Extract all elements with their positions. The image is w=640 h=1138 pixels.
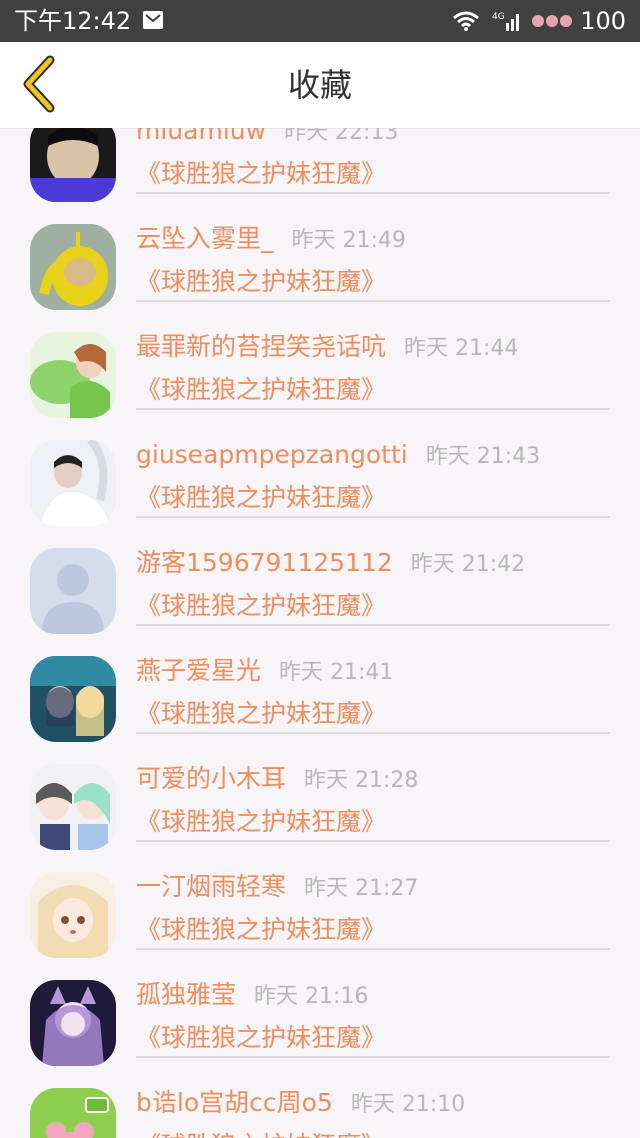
avatar[interactable] [30,548,116,634]
item-text: 最罪新的苔捏笑尧话吭 昨天 21:44 《球胜狼之护妹狂魔》 [136,326,610,410]
item-text: 孤独雅莹 昨天 21:16 《球胜狼之护妹狂魔》 [136,974,610,1058]
mail-icon [143,11,163,29]
avatar[interactable] [30,128,116,202]
signal-icon: 4G [492,12,520,31]
book-title[interactable]: 《球胜狼之护妹狂魔》 [136,370,386,410]
list-item[interactable]: giuseapmpepzangotti 昨天 21:43 《球胜狼之护妹狂魔》 [0,423,640,531]
item-text: 可爱的小木耳 昨天 21:28 《球胜狼之护妹狂魔》 [136,758,610,842]
timestamp: 昨天 21:41 [279,660,394,685]
list-item[interactable]: 孤独雅莹 昨天 21:16 《球胜狼之护妹狂魔》 [0,963,640,1071]
avatar[interactable] [30,656,116,742]
item-text: b诰lo宫胡cc周o5 昨天 21:10 《球胜狼之护妹狂魔》 [136,1082,610,1138]
book-title[interactable]: 《球胜狼之护妹狂魔》 [136,1126,386,1138]
username[interactable]: 游客1596791125112 [136,548,393,577]
user-line: miuamiuw 昨天 22:13 [136,128,398,152]
wifi-icon [453,11,480,31]
item-text: giuseapmpepzangotti 昨天 21:43 《球胜狼之护妹狂魔》 [136,434,610,518]
book-title[interactable]: 《球胜狼之护妹狂魔》 [136,1018,386,1058]
user-line: 游客1596791125112 昨天 21:42 [136,542,525,584]
anime-purple-avatar-image [30,980,116,1066]
list-item[interactable]: 可爱的小木耳 昨天 21:28 《球胜狼之护妹狂魔》 [0,747,640,855]
avatar[interactable] [30,440,116,526]
avatar[interactable] [30,224,116,310]
avatar[interactable] [30,872,116,958]
user-line: 燕子爱星光 昨天 21:41 [136,650,393,692]
timestamp: 昨天 21:28 [304,768,419,793]
page-title: 收藏 [287,66,352,104]
item-text: 燕子爱星光 昨天 21:41 《球胜狼之护妹狂魔》 [136,650,610,734]
username[interactable]: b诰lo宫胡cc周o5 [136,1088,333,1117]
back-button[interactable] [14,54,74,114]
timestamp: 昨天 21:44 [404,336,519,361]
avatar[interactable] [30,764,116,850]
timestamp: 昨天 22:13 [284,128,399,145]
timestamp: 昨天 21:16 [254,984,369,1009]
username[interactable]: 最罪新的苔捏笑尧话吭 [136,332,386,361]
list-item[interactable]: 燕子爱星光 昨天 21:41 《球胜狼之护妹狂魔》 [0,639,640,747]
timestamp: 昨天 21:49 [291,228,406,253]
book-title[interactable]: 《球胜狼之护妹狂魔》 [136,802,386,842]
book-title[interactable]: 《球胜狼之护妹狂魔》 [136,694,386,734]
timestamp: 昨天 21:43 [425,444,541,469]
battery-level: 100 [580,7,626,35]
user-line: 云坠入雾里_ 昨天 21:49 [136,218,406,260]
user-line: b诰lo宫胡cc周o5 昨天 21:10 [136,1082,465,1124]
username[interactable]: 云坠入雾里_ [136,224,274,253]
timestamp: 昨天 21:42 [410,552,526,577]
book-title[interactable]: 《球胜狼之护妹狂魔》 [136,478,386,518]
avatar[interactable] [30,332,116,418]
status-bar: 下午12:42 4G 100 [0,0,640,42]
avatar[interactable] [30,980,116,1066]
anime-blue-avatar-image [30,656,116,742]
book-title[interactable]: 《球胜狼之护妹狂魔》 [136,586,386,626]
item-text: 一汀烟雨轻寒 昨天 21:27 《球胜狼之护妹狂魔》 [136,866,610,950]
list-item[interactable]: b诰lo宫胡cc周o5 昨天 21:10 《球胜狼之护妹狂魔》 [0,1071,640,1138]
book-title[interactable]: 《球胜狼之护妹狂魔》 [136,154,386,194]
user-line: 孤独雅莹 昨天 21:16 [136,974,368,1016]
user-line: 最罪新的苔捏笑尧话吭 昨天 21:44 [136,326,518,368]
list-item[interactable]: miuamiuw 昨天 22:13 《球胜狼之护妹狂魔》 [0,128,640,207]
list-item[interactable]: 游客1596791125112 昨天 21:42 《球胜狼之护妹狂魔》 [0,531,640,639]
timestamp: 昨天 21:10 [350,1092,466,1117]
list-item[interactable]: 最罪新的苔捏笑尧话吭 昨天 21:44 《球胜狼之护妹狂魔》 [0,315,640,423]
user-line: giuseapmpepzangotti 昨天 21:43 [136,434,540,476]
item-text: miuamiuw 昨天 22:13 《球胜狼之护妹狂魔》 [136,128,610,194]
username[interactable]: 燕子爱星光 [136,656,261,685]
item-text: 游客1596791125112 昨天 21:42 《球胜狼之护妹狂魔》 [136,542,610,626]
username[interactable]: 一汀烟雨轻寒 [136,872,286,901]
anime-blonde-avatar-image [30,872,116,958]
status-time: 下午12:42 [14,7,132,35]
list-item[interactable]: 云坠入雾里_ 昨天 21:49 《球胜狼之护妹狂魔》 [0,207,640,315]
user-line: 可爱的小木耳 昨天 21:28 [136,758,418,800]
network-label: 4G [492,12,505,22]
item-text: 云坠入雾里_ 昨天 21:49 《球胜狼之护妹狂魔》 [136,218,610,302]
username[interactable]: giuseapmpepzangotti [136,440,408,469]
favorites-list[interactable]: miuamiuw 昨天 22:13 《球胜狼之护妹狂魔》 云坠入雾里_ 昨天 21:49… [0,128,640,1138]
username[interactable]: 可爱的小木耳 [136,764,286,793]
header: 收藏 [0,42,640,129]
list-item[interactable]: 一汀烟雨轻寒 昨天 21:27 《球胜狼之护妹狂魔》 [0,855,640,963]
book-title[interactable]: 《球胜狼之护妹狂魔》 [136,262,386,302]
book-title[interactable]: 《球胜狼之护妹狂魔》 [136,910,386,950]
anime-pair-avatar-image [30,764,116,850]
child-photo-avatar-image [30,128,116,202]
default-user-avatar-image [30,548,116,634]
yellow-teletubby-avatar-image [30,224,116,310]
avatar[interactable] [30,1088,116,1138]
username[interactable]: miuamiuw [136,128,266,145]
battery-icon [532,15,573,27]
white-portrait-avatar-image [30,440,116,526]
anime-fairy-avatar-image [30,332,116,418]
pink-bear-avatar-image [30,1088,116,1138]
timestamp: 昨天 21:27 [304,876,419,901]
username[interactable]: 孤独雅莹 [136,980,236,1009]
user-line: 一汀烟雨轻寒 昨天 21:27 [136,866,418,908]
